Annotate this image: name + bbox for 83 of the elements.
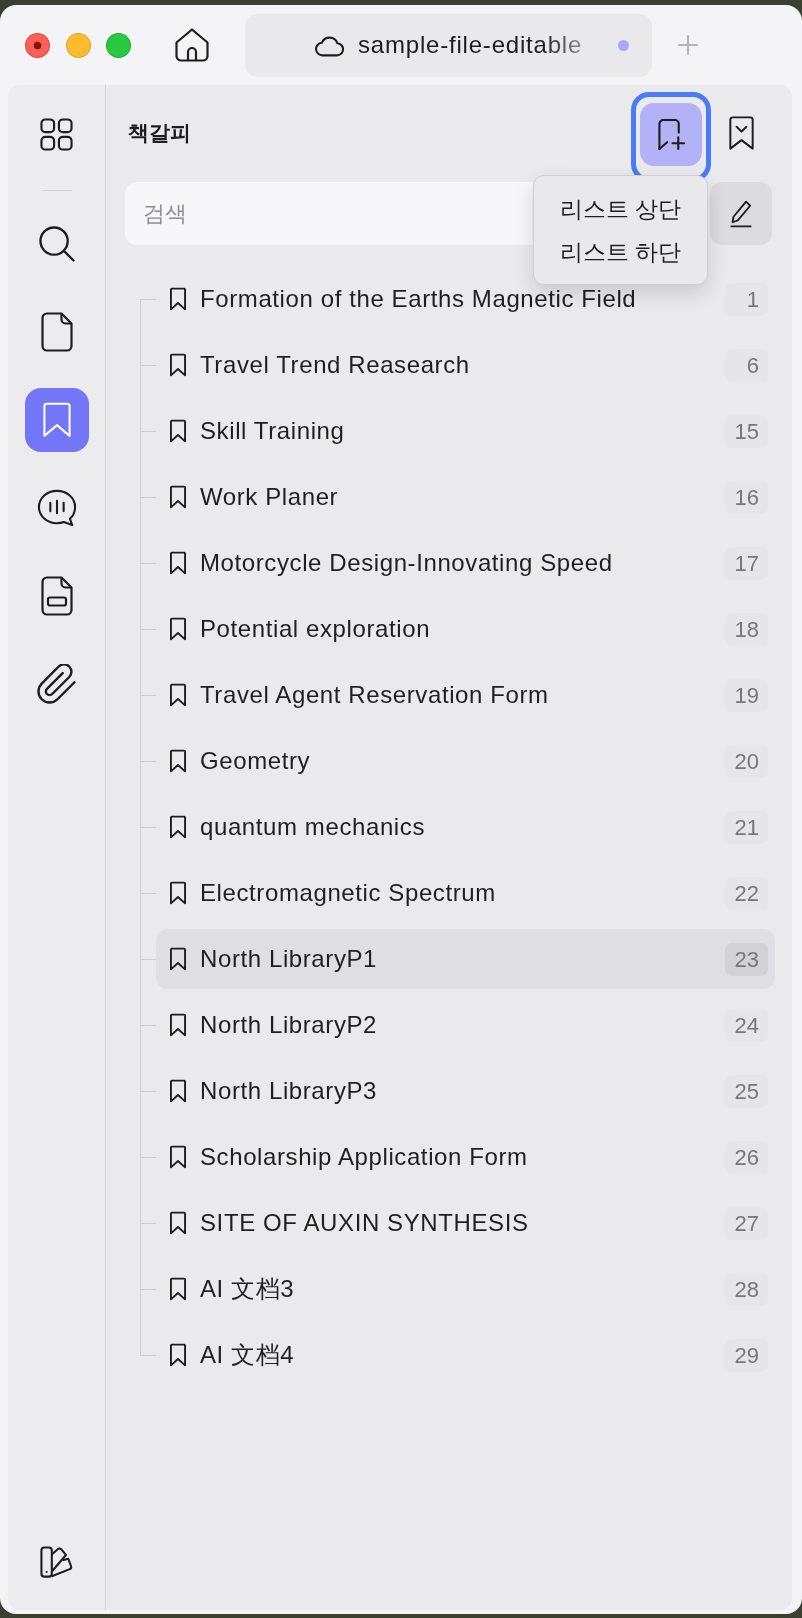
bookmark-icon xyxy=(170,881,186,905)
bookmark-icon xyxy=(170,815,186,839)
bookmark-title: North LibraryP3 xyxy=(200,1077,379,1105)
paperclip-icon xyxy=(36,664,77,704)
bookmark-icon xyxy=(170,1079,186,1103)
close-button[interactable] xyxy=(25,32,50,58)
bookmark-title: Electromagnetic Spectrum xyxy=(200,879,497,907)
edit-button[interactable] xyxy=(710,182,772,245)
bookmark-title: Formation of the Earths Magnetic Field xyxy=(200,285,638,313)
bookmark-icon xyxy=(170,749,186,773)
home-icon[interactable] xyxy=(174,27,210,63)
bookmark-icon xyxy=(170,1211,186,1235)
bookmark-title: Scholarship Application Form xyxy=(200,1143,529,1171)
bookmark-title: SITE OF AUXIN SYNTHESIS xyxy=(200,1209,530,1237)
bookmark-item[interactable]: North LibraryP3 25 xyxy=(156,1061,775,1121)
page-number: 20 xyxy=(725,744,768,778)
bookmark-chevron-icon[interactable] xyxy=(729,116,754,150)
page-number: 18 xyxy=(725,612,768,646)
bookmark-item[interactable]: Electromagnetic Spectrum 22 xyxy=(156,863,775,923)
page-number: 23 xyxy=(725,942,768,976)
bookmark-icon xyxy=(170,287,186,311)
bookmark-item[interactable]: Skill Training 15 xyxy=(156,401,775,461)
bookmark-title: North LibraryP1 xyxy=(200,945,379,973)
search-icon xyxy=(38,226,75,262)
document-tab[interactable]: sample-file-editable xyxy=(245,13,652,77)
page-number: 17 xyxy=(725,546,768,580)
page-number: 1 xyxy=(725,282,768,316)
page-number: 29 xyxy=(725,1338,768,1372)
page-number: 28 xyxy=(725,1272,768,1306)
bookmark-item[interactable]: Travel Trend Reasearch 6 xyxy=(156,335,775,395)
bookmark-title: North LibraryP2 xyxy=(200,1011,379,1039)
page-number: 27 xyxy=(725,1206,768,1240)
bookmark-icon xyxy=(170,419,186,443)
speech-bubble-icon xyxy=(36,489,77,527)
bookmark-icon xyxy=(170,485,186,509)
bookmark-title: Geometry xyxy=(200,747,312,775)
bookmark-title: Skill Training xyxy=(200,417,346,445)
bookmark-item[interactable]: quantum mechanics 21 xyxy=(156,797,775,857)
bookmark-item[interactable]: Work Planer 16 xyxy=(156,467,775,527)
bookmark-item[interactable]: Geometry 20 xyxy=(156,731,775,791)
bookmark-title: quantum mechanics xyxy=(200,813,426,841)
pencil-icon xyxy=(730,198,752,229)
bookmark-icon xyxy=(170,1277,186,1301)
bookmark-icon xyxy=(170,551,186,575)
bookmark-icon xyxy=(42,402,71,438)
page-number: 19 xyxy=(725,678,768,712)
grid-icon xyxy=(40,117,73,151)
bookmark-icon xyxy=(170,683,186,707)
bookmark-item[interactable]: Scholarship Application Form 26 xyxy=(156,1127,775,1187)
bookmark-item[interactable]: SITE OF AUXIN SYNTHESIS 27 xyxy=(156,1193,775,1253)
page-number: 15 xyxy=(725,414,768,448)
page-number: 24 xyxy=(725,1008,768,1042)
bookmark-title: Work Planer xyxy=(200,483,340,511)
page-number: 6 xyxy=(725,348,768,382)
bookmark-item[interactable]: North LibraryP1 23 xyxy=(156,929,775,989)
bookmark-icon xyxy=(170,947,186,971)
bookmark-item[interactable]: Travel Agent Reservation Form 19 xyxy=(156,665,775,725)
bookmark-item[interactable]: AI 文档3 28 xyxy=(156,1259,775,1319)
bookmark-plus-icon xyxy=(656,118,686,151)
bookmark-icon xyxy=(170,617,186,641)
page-icon xyxy=(40,312,73,352)
page-number: 25 xyxy=(725,1074,768,1108)
bookmark-icon xyxy=(170,1145,186,1169)
page-number: 16 xyxy=(725,480,768,514)
color-swatch-icon[interactable] xyxy=(39,1546,74,1579)
bookmark-icon xyxy=(170,1343,186,1367)
page-number: 26 xyxy=(725,1140,768,1174)
bookmark-item[interactable]: Potential exploration 18 xyxy=(156,599,775,659)
page-number: 21 xyxy=(725,810,768,844)
bookmark-item[interactable]: North LibraryP2 24 xyxy=(156,995,775,1055)
bookmark-item[interactable]: Motorcycle Design-Innovating Speed 17 xyxy=(156,533,775,593)
form-document-icon xyxy=(40,576,73,616)
bookmark-title: Travel Trend Reasearch xyxy=(200,351,471,379)
bookmark-title: Potential exploration xyxy=(200,615,432,643)
bookmark-icon xyxy=(170,353,186,377)
bookmark-title: Motorcycle Design-Innovating Speed xyxy=(200,549,614,577)
bookmark-title: AI 文档4 xyxy=(200,1340,296,1370)
page-number: 22 xyxy=(725,876,768,910)
bookmark-icon xyxy=(170,1013,186,1037)
bookmark-title: Travel Agent Reservation Form xyxy=(200,681,550,709)
panel-title: 책갈피 xyxy=(128,120,191,146)
bookmark-title: AI 文档3 xyxy=(200,1274,296,1304)
bookmark-item[interactable]: AI 文档4 29 xyxy=(156,1325,775,1385)
